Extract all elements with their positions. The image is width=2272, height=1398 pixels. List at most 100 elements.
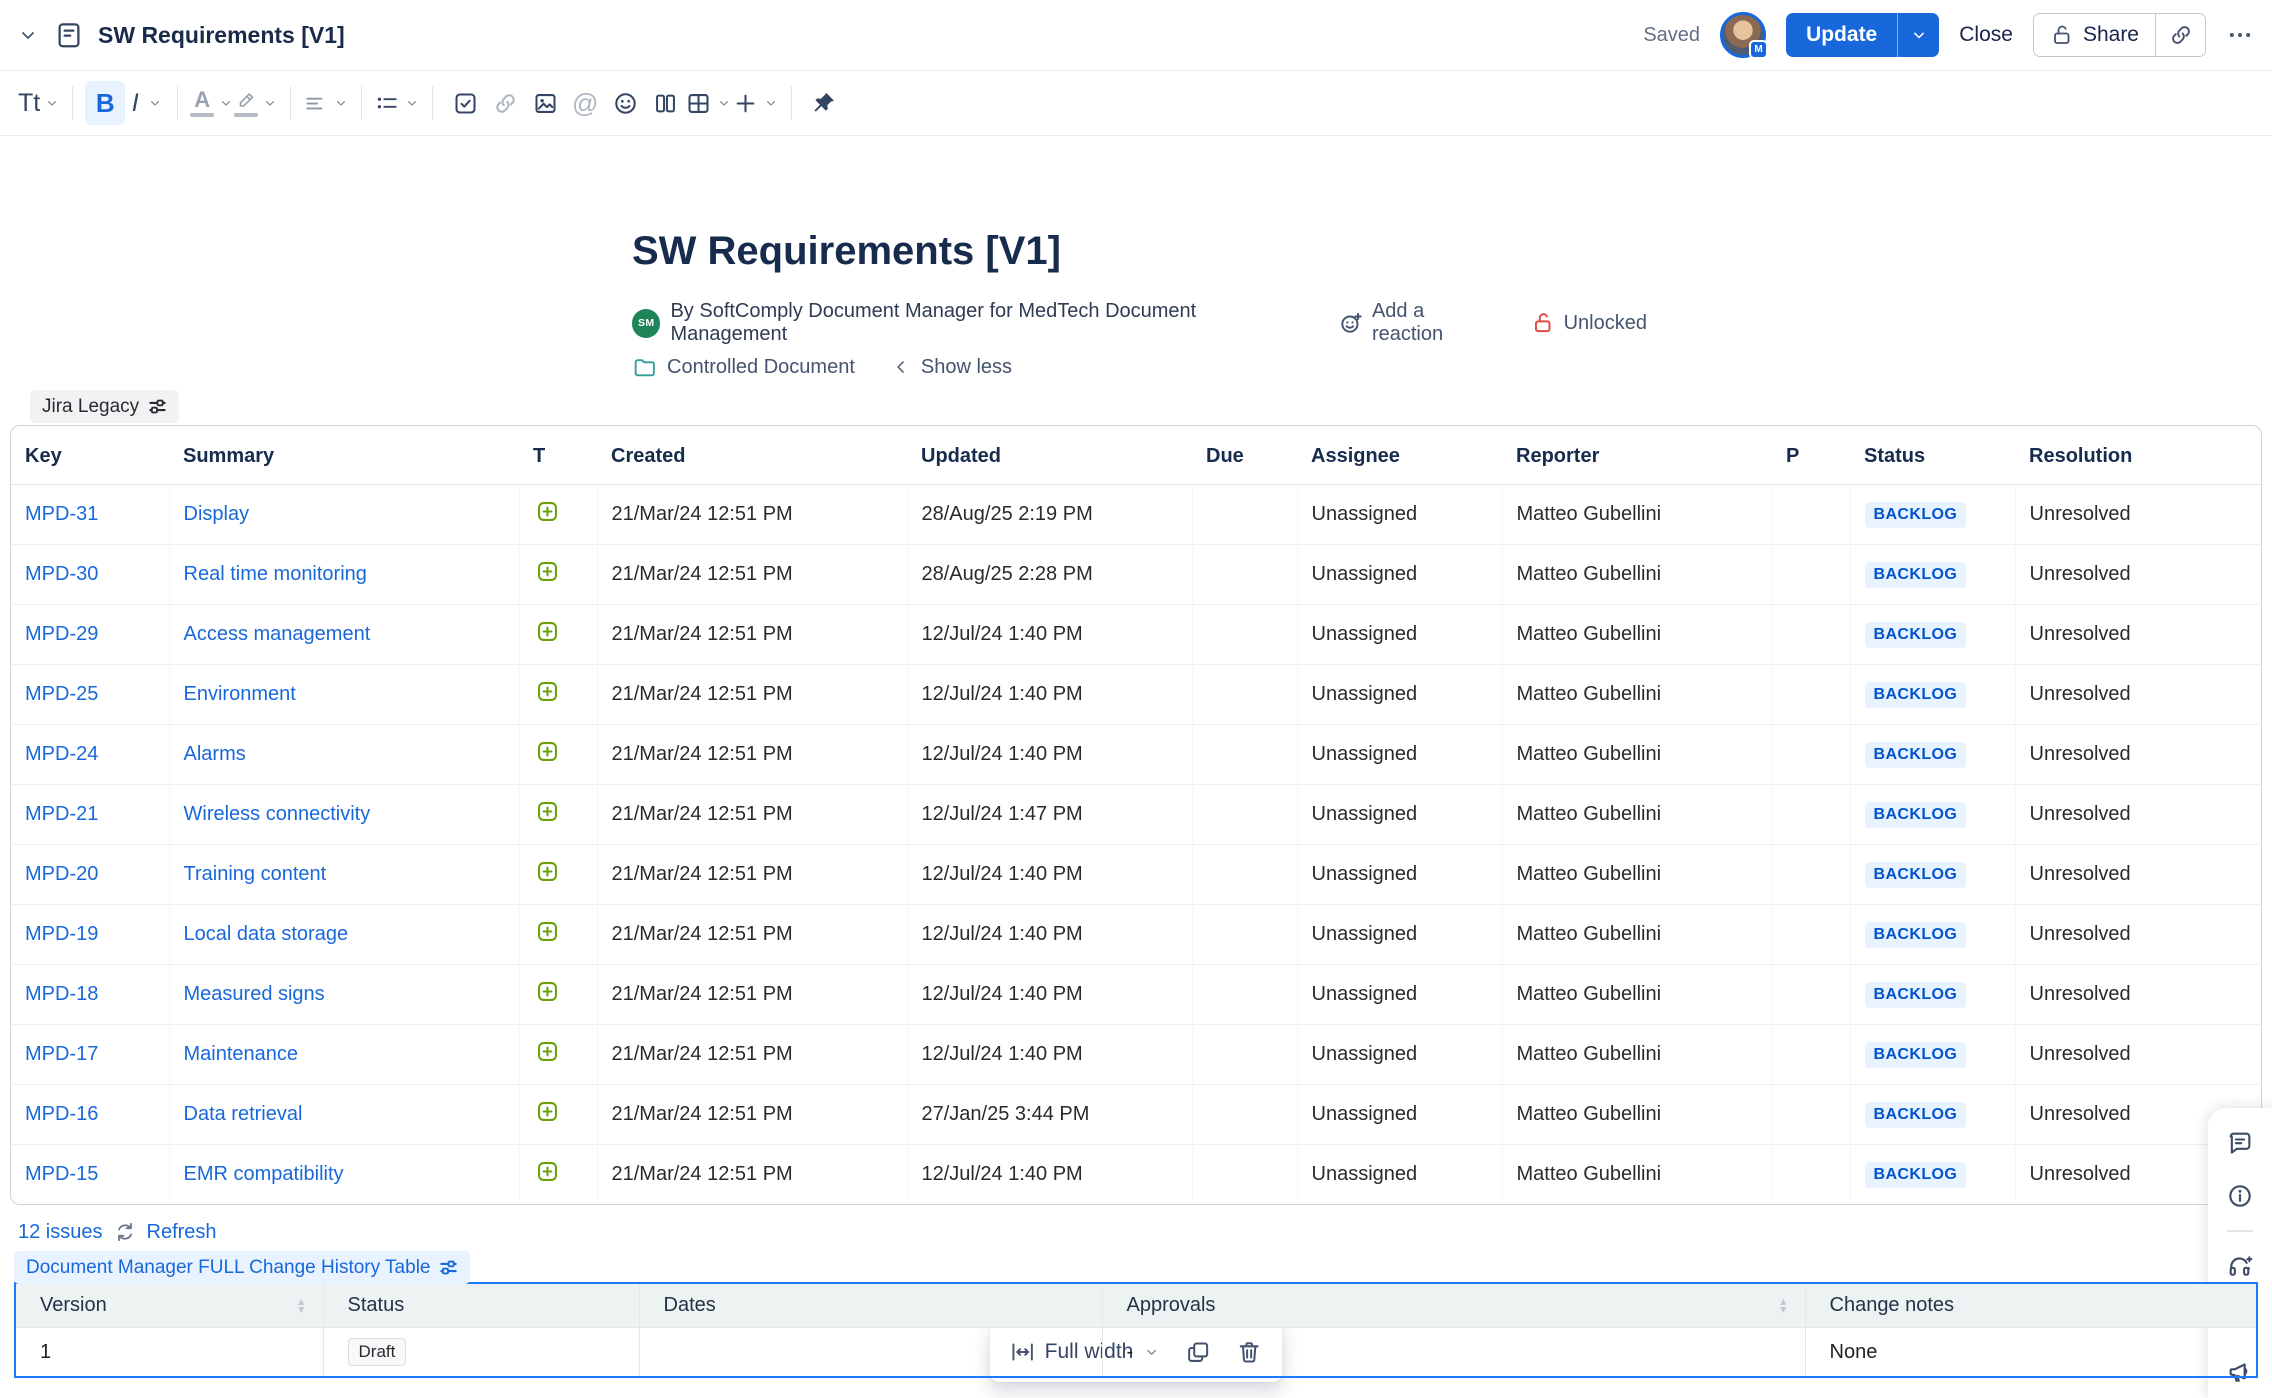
close-button[interactable]: Close xyxy=(1959,23,2013,47)
share-button[interactable]: Share xyxy=(2034,14,2155,56)
col-priority[interactable]: P xyxy=(1772,426,1850,485)
history-macro-chip[interactable]: Document Manager FULL Change History Tab… xyxy=(14,1251,470,1284)
collapse-chevron-icon[interactable] xyxy=(16,23,40,47)
issue-key-link[interactable]: MPD-29 xyxy=(25,623,98,645)
italic-dropdown[interactable]: I xyxy=(125,81,165,125)
list-dropdown[interactable] xyxy=(374,81,420,125)
priority-cell xyxy=(1772,1025,1850,1085)
text-color-dropdown[interactable]: A xyxy=(190,81,234,125)
issue-key-link[interactable]: MPD-19 xyxy=(25,923,98,945)
alignment-dropdown[interactable] xyxy=(303,81,349,125)
issue-summary-link[interactable]: EMR compatibility xyxy=(184,1163,344,1185)
col-summary[interactable]: Summary xyxy=(169,426,519,485)
update-dropdown-button[interactable] xyxy=(1897,13,1939,57)
type-cell xyxy=(519,965,597,1025)
issue-summary-link[interactable]: Local data storage xyxy=(184,923,349,945)
col-assignee[interactable]: Assignee xyxy=(1297,426,1502,485)
jira-issue-row[interactable]: MPD-31 Display 21/Mar/24 12:51 PM 28/Aug… xyxy=(11,485,2261,545)
comments-button[interactable] xyxy=(2221,1124,2259,1162)
issue-key-link[interactable]: MPD-24 xyxy=(25,743,98,765)
bold-button[interactable]: B xyxy=(85,81,125,125)
col-created[interactable]: Created xyxy=(597,426,907,485)
issue-key-link[interactable]: MPD-17 xyxy=(25,1043,98,1065)
issue-summary-link[interactable]: Measured signs xyxy=(184,983,325,1005)
issue-summary-link[interactable]: Alarms xyxy=(184,743,246,765)
col-key[interactable]: Key xyxy=(11,426,169,485)
jira-issues-table: Key Summary T Created Updated Due Assign… xyxy=(10,425,2262,1205)
controlled-document-label[interactable]: Controlled Document xyxy=(667,356,855,379)
jira-issue-row[interactable]: MPD-16 Data retrieval 21/Mar/24 12:51 PM… xyxy=(11,1085,2261,1145)
issue-summary-link[interactable]: Data retrieval xyxy=(184,1103,303,1125)
issue-summary-link[interactable]: Environment xyxy=(184,683,296,705)
col-version[interactable]: Version ▲▼ xyxy=(15,1283,323,1328)
task-list-button[interactable] xyxy=(445,81,485,125)
issue-key-link[interactable]: MPD-18 xyxy=(25,983,98,1005)
show-less-button[interactable]: Show less xyxy=(921,356,1012,379)
refresh-link[interactable]: Refresh xyxy=(147,1221,217,1244)
insert-image-button[interactable] xyxy=(525,81,565,125)
details-button[interactable] xyxy=(2221,1177,2259,1215)
issue-key-link[interactable]: MPD-15 xyxy=(25,1163,98,1185)
jira-issue-row[interactable]: MPD-29 Access management 21/Mar/24 12:51… xyxy=(11,605,2261,665)
col-approvals[interactable]: Approvals ▲▼ xyxy=(1102,1283,1805,1328)
unlocked-status[interactable]: Unlocked xyxy=(1530,310,1647,336)
issue-summary-link[interactable]: Real time monitoring xyxy=(184,563,367,585)
col-status[interactable]: Status xyxy=(323,1283,639,1328)
updated-cell: 12/Jul/24 1:47 PM xyxy=(907,785,1192,845)
issue-summary-link[interactable]: Maintenance xyxy=(184,1043,299,1065)
issue-summary-link[interactable]: Access management xyxy=(184,623,371,645)
user-avatar[interactable]: M xyxy=(1720,12,1766,58)
jira-legacy-macro-chip[interactable]: Jira Legacy xyxy=(30,390,179,423)
document-canvas[interactable]: SW Requirements [V1] SM By SoftComply Do… xyxy=(0,136,2272,1398)
highlight-color-dropdown[interactable] xyxy=(234,81,278,125)
pin-toolbar-button[interactable] xyxy=(804,81,844,125)
col-dates[interactable]: Dates xyxy=(639,1283,1102,1328)
change-history-table[interactable]: Version ▲▼ Status Dates Approvals ▲▼ Cha… xyxy=(14,1282,2258,1378)
jira-issue-row[interactable]: MPD-18 Measured signs 21/Mar/24 12:51 PM… xyxy=(11,965,2261,1025)
issue-key-link[interactable]: MPD-31 xyxy=(25,503,98,525)
insert-dropdown[interactable] xyxy=(732,81,779,125)
add-reaction-button[interactable]: Add a reaction xyxy=(1338,300,1498,346)
issue-summary-link[interactable]: Training content xyxy=(184,863,327,885)
text-style-dropdown[interactable]: Tt xyxy=(18,81,60,125)
more-menu-button[interactable] xyxy=(2226,21,2254,49)
sort-icon[interactable]: ▲▼ xyxy=(1778,1298,1788,1314)
issue-summary-link[interactable]: Wireless connectivity xyxy=(184,803,371,825)
issue-summary-link[interactable]: Display xyxy=(184,503,250,525)
issue-key-link[interactable]: MPD-25 xyxy=(25,683,98,705)
header-left: SW Requirements [V1] xyxy=(16,20,345,50)
issue-key-link[interactable]: MPD-16 xyxy=(25,1103,98,1125)
jira-issue-row[interactable]: MPD-25 Environment 21/Mar/24 12:51 PM 12… xyxy=(11,665,2261,725)
emoji-button[interactable] xyxy=(605,81,645,125)
issues-count-link[interactable]: 12 issues xyxy=(18,1221,103,1244)
align-left-icon xyxy=(303,90,329,116)
col-updated[interactable]: Updated xyxy=(907,426,1192,485)
table-dropdown[interactable] xyxy=(685,81,732,125)
jira-issue-row[interactable]: MPD-30 Real time monitoring 21/Mar/24 12… xyxy=(11,545,2261,605)
col-type[interactable]: T xyxy=(519,426,597,485)
col-due[interactable]: Due xyxy=(1192,426,1297,485)
layouts-button[interactable] xyxy=(645,81,685,125)
status-badge: BACKLOG xyxy=(1865,742,1967,768)
jira-issue-row[interactable]: MPD-24 Alarms 21/Mar/24 12:51 PM 12/Jul/… xyxy=(11,725,2261,785)
key-cell: MPD-19 xyxy=(11,905,169,965)
col-resolution[interactable]: Resolution xyxy=(2015,426,2261,485)
jira-issue-row[interactable]: MPD-20 Training content 21/Mar/24 12:51 … xyxy=(11,845,2261,905)
link-button[interactable] xyxy=(485,81,525,125)
update-button[interactable]: Update xyxy=(1786,13,1897,57)
jira-issue-row[interactable]: MPD-21 Wireless connectivity 21/Mar/24 1… xyxy=(11,785,2261,845)
issue-key-link[interactable]: MPD-20 xyxy=(25,863,98,885)
issue-key-link[interactable]: MPD-30 xyxy=(25,563,98,585)
jira-issue-row[interactable]: MPD-15 EMR compatibility 21/Mar/24 12:51… xyxy=(11,1145,2261,1205)
issue-key-link[interactable]: MPD-21 xyxy=(25,803,98,825)
col-status[interactable]: Status xyxy=(1850,426,2015,485)
resolution-cell: Unresolved xyxy=(2015,845,2261,905)
sort-icon[interactable]: ▲▼ xyxy=(296,1298,306,1314)
jira-issue-row[interactable]: MPD-17 Maintenance 21/Mar/24 12:51 PM 12… xyxy=(11,1025,2261,1085)
page-title[interactable]: SW Requirements [V1] xyxy=(632,226,1647,276)
mention-button[interactable]: @ xyxy=(565,81,605,125)
jira-issue-row[interactable]: MPD-19 Local data storage 21/Mar/24 12:5… xyxy=(11,905,2261,965)
col-reporter[interactable]: Reporter xyxy=(1502,426,1772,485)
col-change-notes[interactable]: Change notes xyxy=(1805,1283,2257,1328)
copy-link-button[interactable] xyxy=(2155,14,2205,56)
